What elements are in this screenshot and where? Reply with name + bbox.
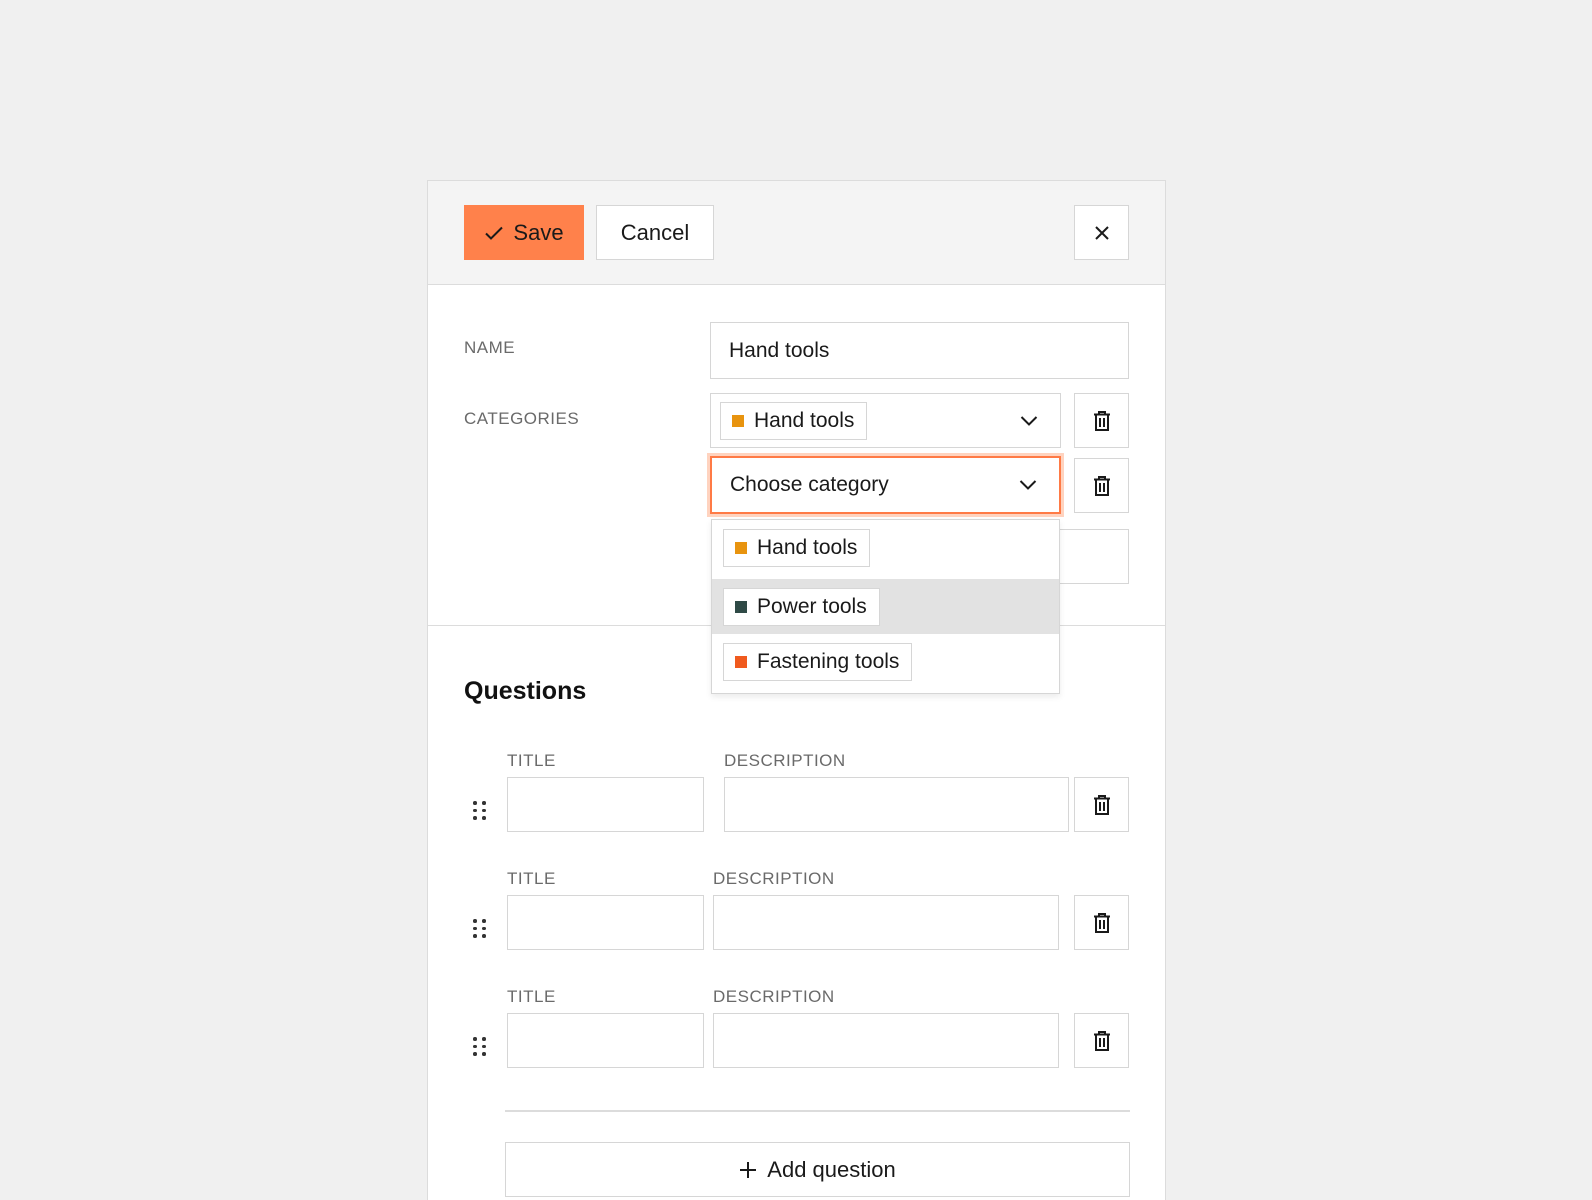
chevron-down-icon <box>1019 480 1037 490</box>
trash-icon <box>1093 1030 1110 1051</box>
question-title-label: TITLE <box>507 869 556 888</box>
option-color-swatch <box>735 600 747 613</box>
cancel-label: Cancel <box>620 219 690 245</box>
question-title-label: TITLE <box>507 751 556 770</box>
option-color-swatch <box>735 541 747 554</box>
category-color-swatch <box>732 414 744 427</box>
question-description-label: DESCRIPTION <box>724 751 846 770</box>
chevron-down-icon <box>1020 415 1038 426</box>
question-title-input[interactable] <box>507 895 704 950</box>
drag-handle-icon[interactable] <box>473 1037 487 1057</box>
delete-category-button[interactable] <box>1074 393 1129 448</box>
name-input[interactable]: Hand tools <box>710 322 1129 379</box>
option-label: Fastening tools <box>757 649 900 673</box>
trash-icon <box>1093 475 1110 496</box>
question-description-input[interactable] <box>724 777 1069 832</box>
questions-title: Questions <box>464 677 587 705</box>
add-question-button[interactable]: Add question <box>505 1142 1130 1197</box>
category-select-2[interactable]: Choose category <box>710 456 1061 514</box>
question-title-input[interactable] <box>507 777 704 832</box>
category-tag-label: Hand tools <box>754 408 855 432</box>
trash-icon <box>1093 410 1110 431</box>
delete-question-button[interactable] <box>1074 1013 1129 1068</box>
option-tag: Hand tools <box>723 528 871 567</box>
save-button[interactable]: Save <box>464 205 584 260</box>
category-dropdown: Hand tools Power tools Fastening tools <box>711 519 1060 694</box>
option-tag: Fastening tools <box>723 642 913 681</box>
trash-icon <box>1093 794 1110 815</box>
option-color-swatch <box>735 655 747 668</box>
question-description-label: DESCRIPTION <box>713 869 835 888</box>
category-select-1[interactable]: Hand tools <box>710 393 1061 448</box>
question-title-input[interactable] <box>507 1013 704 1068</box>
dropdown-option-hand-tools[interactable]: Hand tools <box>712 520 1059 575</box>
name-label: NAME <box>464 338 516 357</box>
drag-handle-icon[interactable] <box>473 919 487 939</box>
plus-icon <box>740 1161 757 1178</box>
edit-panel: Save Cancel NAME Hand tools CATEGORIES H… <box>427 180 1166 1200</box>
question-description-input[interactable] <box>713 1013 1059 1068</box>
category-select-placeholder: Choose category <box>730 473 889 496</box>
option-label: Hand tools <box>757 535 858 559</box>
delete-category-button[interactable] <box>1074 458 1129 513</box>
cancel-button[interactable]: Cancel <box>596 205 714 260</box>
option-label: Power tools <box>757 594 867 618</box>
dropdown-option-power-tools[interactable]: Power tools <box>712 579 1059 634</box>
questions-divider <box>505 1110 1130 1112</box>
option-tag: Power tools <box>723 587 880 626</box>
drag-handle-icon[interactable] <box>473 801 487 821</box>
name-input-value: Hand tools <box>729 338 830 362</box>
save-label: Save <box>513 219 564 245</box>
question-description-input[interactable] <box>713 895 1059 950</box>
delete-question-button[interactable] <box>1074 895 1129 950</box>
check-icon <box>485 226 504 240</box>
close-button[interactable] <box>1074 205 1129 260</box>
trash-icon <box>1093 912 1110 933</box>
category-tag: Hand tools <box>720 401 868 440</box>
add-question-label: Add question <box>767 1156 896 1182</box>
question-description-label: DESCRIPTION <box>713 987 835 1006</box>
dropdown-option-fastening-tools[interactable]: Fastening tools <box>712 634 1059 689</box>
categories-label: CATEGORIES <box>464 409 580 428</box>
close-icon <box>1094 225 1109 240</box>
toolbar: Save Cancel <box>428 181 1165 285</box>
delete-question-button[interactable] <box>1074 777 1129 832</box>
question-title-label: TITLE <box>507 987 556 1006</box>
